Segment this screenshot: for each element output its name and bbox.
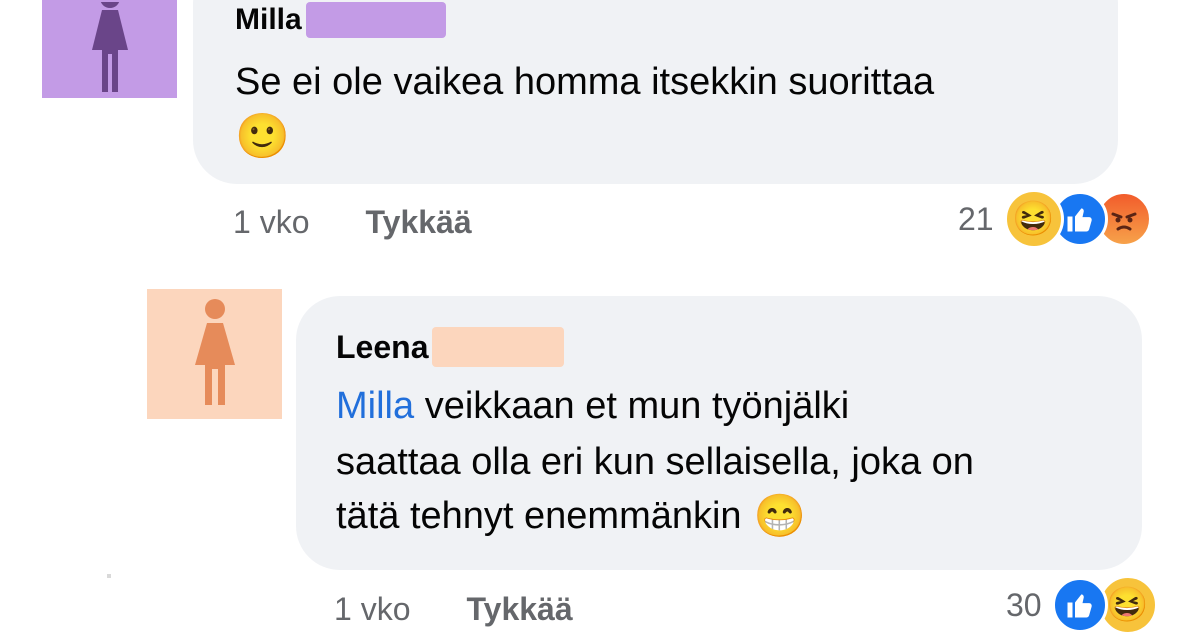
like-button[interactable]: Tykkää (365, 204, 471, 241)
haha-icon: 😆 (1003, 189, 1064, 249)
reply-bubble: Leena Milla veikkaan et mun työnjälki sa… (296, 296, 1142, 570)
text-segment: tätä tehnyt enemmänkin (336, 495, 742, 537)
comment-text: Se ei ole vaikea homma itsekkin suoritta… (235, 61, 935, 103)
redacted-name (432, 327, 565, 367)
female-person-icon (91, 2, 128, 92)
like-icon (1051, 577, 1108, 633)
comment-meta: 1 vko Tykkää (233, 204, 472, 241)
like-button[interactable]: Tykkää (466, 591, 572, 628)
comment-author[interactable]: Leena (336, 326, 1142, 368)
grin-emoji-icon: 😁 (753, 492, 806, 539)
redacted-name (305, 2, 446, 38)
comment-bubble: Milla Se ei ole vaikea homma itsekkin su… (193, 0, 1118, 184)
comment-text-line-3: tätä tehnyt enemmänkin 😁 (336, 495, 1142, 537)
text-segment: veikkaan et mun työnjälki (424, 385, 850, 427)
reply-meta: 1 vko Tykkää (334, 591, 573, 628)
comment-timestamp[interactable]: 1 vko (233, 204, 309, 241)
female-person-icon (194, 299, 235, 405)
mention-link[interactable]: Milla (336, 385, 414, 427)
comment-text-line-2: saattaa olla eri kun sellaisella, joka o… (336, 441, 974, 483)
reaction-count: 21 (958, 200, 994, 237)
avatar-leena[interactable] (147, 289, 282, 419)
comment-timestamp[interactable]: 1 vko (334, 591, 410, 628)
smile-emoji-icon: 🙂 (235, 112, 290, 161)
avatar-milla[interactable] (42, 0, 177, 98)
comment-text-line-1: Milla veikkaan et mun työnjälki (336, 387, 1142, 425)
author-name[interactable]: Milla (235, 3, 302, 37)
comment-author[interactable]: Milla (235, 2, 1118, 38)
reaction-summary[interactable]: 21 😆 (958, 189, 1152, 249)
reaction-count: 30 (1006, 586, 1042, 623)
divider-dot (107, 574, 111, 578)
reaction-summary[interactable]: 30 😆 (1006, 575, 1158, 635)
author-name[interactable]: Leena (336, 329, 428, 366)
